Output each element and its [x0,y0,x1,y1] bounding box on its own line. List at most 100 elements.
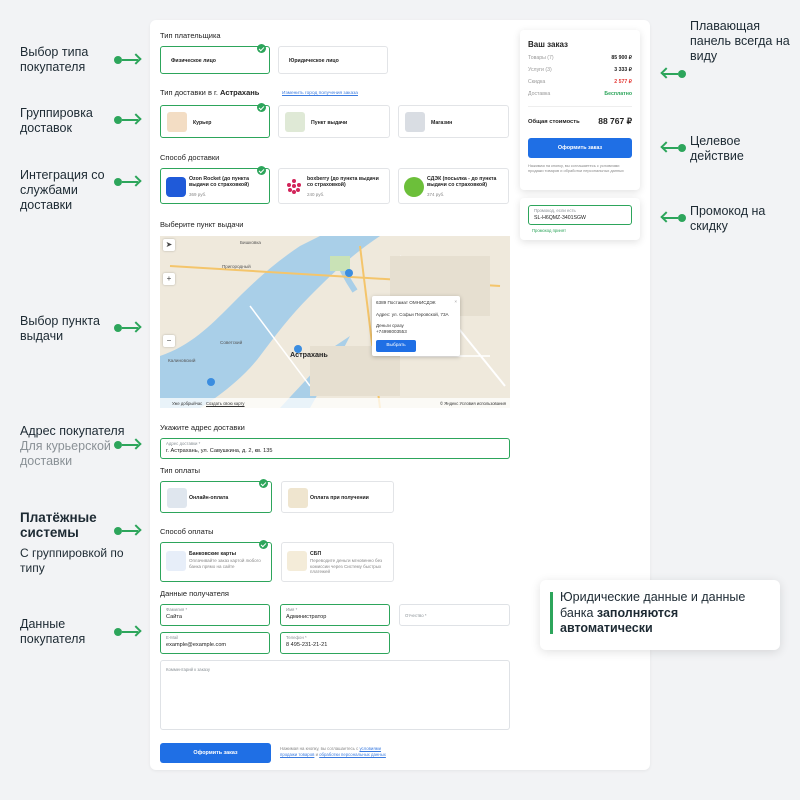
payment-method-cards[interactable]: Банковские карты Оплачивайте заказ карто… [160,540,272,582]
field-label: Имя * [286,607,298,612]
middle-name-field[interactable]: Отчество * [399,604,510,626]
payment-option-online[interactable]: Онлайн-оплата [160,479,272,513]
payer-option-individual[interactable]: Физическое лицо [160,44,270,74]
address-field[interactable]: Адрес доставки * г. Астрахань, ул. Савуш… [160,438,510,459]
payer-option-legal[interactable]: Юридическое лицо [278,46,388,74]
last-name-field[interactable]: Фамилия * Сайта [160,604,270,626]
accent-bar [550,592,553,634]
option-label: Магазин [431,120,453,126]
check-icon [257,166,266,175]
summary-row-services: Услуги (3) 3 333 ₽ [528,67,632,73]
promo-panel: Промокод, если есть SL-H6QMZ-3401SGW Про… [520,198,640,240]
arrow-icon [660,67,686,81]
arrow-icon [660,211,686,225]
cash-payment-icon [288,488,308,508]
payment-option-on-delivery[interactable]: Оплата при получении [281,481,394,513]
zoom-in-button[interactable]: + [163,273,175,285]
payment-method-title: Способ оплаты [160,527,214,536]
arrow-icon [114,625,142,639]
check-icon [259,479,268,488]
annotation-promo: Промокод на скидку [690,204,766,233]
delivery-type-title: Тип доставки в г. Астрахань [160,88,260,97]
email-field[interactable]: E-Mail example@example.com [160,632,270,654]
phone-field[interactable]: Телефон * 8 495-231-21-21 [280,632,390,654]
pickup-phone: +74998003553 [376,329,407,334]
first-name-field[interactable]: Имя * Администратор [280,604,390,626]
arrow-icon [114,438,142,452]
delivery-method-boxberry[interactable]: boxberry (до пункта выдачи со страховкой… [278,168,390,204]
option-label: Онлайн-оплата [189,495,229,501]
map-footer-right: © Яндекс Условия использования [440,401,506,406]
zoom-out-button[interactable]: − [163,335,175,347]
pickup-map[interactable]: ➤ + − Бишковка Пригородный Советский Кал… [160,236,510,408]
delivery-option-courier[interactable]: Курьер [160,103,270,138]
map-title: Выберите пункт выдачи [160,220,244,229]
field-label: Фамилия * [166,607,188,612]
summary-submit-button[interactable]: Оформить заказ [528,138,632,158]
bank-card-icon [166,551,186,571]
map-footer-left: Уже добрыйчас [172,401,203,406]
arrow-icon [114,53,142,67]
pickup-popup: 6389 Постамат ОМНИСДЭК × Адрес: ул. Софь… [372,296,460,356]
field-placeholder: Комментарий к заказу [166,667,211,672]
submit-order-button[interactable]: Оформить заказ [160,743,271,763]
annotation-buyer-data: Данные покупателя [20,617,86,646]
pickup-name: 6389 Постамат ОМНИСДЭК [376,300,436,305]
check-icon [257,44,266,53]
field-label: Отчество * [405,613,427,618]
boxberry-logo-icon [284,177,304,197]
arrow-icon [114,113,142,127]
summary-row-goods: Товары (7) 85 900 ₽ [528,55,632,61]
create-map-link[interactable]: Создать свою карту [206,401,245,406]
option-label: Оплата при получении [310,495,369,501]
map-label: Пригородный [222,264,251,269]
option-label: СБП [310,551,322,557]
annotation-grouping: Группировка доставок [20,106,93,135]
annotation-buyer-type: Выбор типа покупателя [20,45,89,74]
option-desc: Оплачивайте заказ картой любого банка пр… [189,558,261,569]
pickup-address: Адрес: ул. Софьи Перовской, 73А [376,312,449,317]
option-label: СДЭК (посылка - до пункта выдачи со стра… [427,176,497,188]
option-label: Ozon Rocket (до пункта выдачи со страхов… [189,176,250,188]
store-icon [405,112,425,132]
delivery-option-pickup[interactable]: Пункт выдачи [278,105,390,138]
privacy-link[interactable]: обработки персональных данных [319,752,386,757]
consent-text: Нажимая на кнопку, вы соглашаетесь с усл… [280,746,386,757]
promo-code-field[interactable]: Промокод, если есть SL-H6QMZ-3401SGW [528,205,632,225]
summary-consent: Нажимая на кнопку, вы соглашаетесь с усл… [528,163,624,173]
comment-textarea[interactable]: Комментарий к заказу [160,660,510,730]
option-label: Физическое лицо [171,58,216,64]
field-label: Адрес доставки * [166,441,201,446]
total-label: Общая стоимость [528,119,580,125]
option-label: Юридическое лицо [289,58,339,64]
delivery-option-store[interactable]: Магазин [398,105,509,138]
option-label: Курьер [193,120,212,126]
delivery-method-ozon[interactable]: Ozon Rocket (до пункта выдачи со страхов… [160,166,270,204]
address-title: Укажите адрес доставки [160,423,245,432]
arrow-icon [114,524,142,538]
total-value: 88 767 ₽ [598,116,632,126]
field-label: E-Mail [166,635,179,640]
summary-row-delivery: Доставка Бесплатно [528,91,632,97]
map-label: Советский [220,340,243,345]
close-icon[interactable]: × [454,299,457,304]
order-summary-panel: Ваш заказ Товары (7) 85 900 ₽ Услуги (3) 3… [520,30,640,190]
select-pickup-button[interactable]: Выбрать [376,340,416,352]
payment-type-title: Тип оплаты [160,466,201,475]
courier-icon [167,112,187,132]
change-city-link[interactable]: Изменить город получения заказа [282,91,358,96]
map-pin-icon [285,112,305,132]
field-value: Администратор [286,614,327,620]
annotation-floating: Плавающая панель всегда на виду [690,19,790,63]
locate-icon[interactable]: ➤ [163,239,175,251]
delivery-method-cdek[interactable]: СДЭК (посылка - до пункта выдачи со стра… [398,168,509,204]
legal-callout: Юридические данные и данные банка заполн… [540,580,780,650]
field-value: example@example.com [166,642,227,648]
arrow-icon [660,141,686,155]
check-icon [259,540,268,549]
recipient-title: Данные получателя [160,589,229,598]
divider [528,106,632,107]
check-icon [257,103,266,112]
payment-method-sbp[interactable]: СБП Переводите деньги мгновенно без коми… [281,542,394,582]
promo-status: Промокод принят [532,228,567,233]
